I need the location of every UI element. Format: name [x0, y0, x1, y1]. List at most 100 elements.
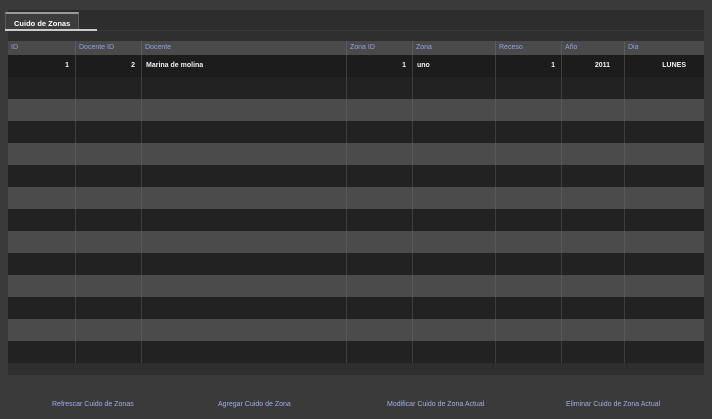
empty-cell: [562, 165, 625, 187]
empty-cell: [625, 143, 704, 165]
empty-cell: [347, 99, 413, 121]
empty-cell: [142, 187, 347, 209]
table-row[interactable]: 1 2 Marina de molina 1 uno 1 2011 LUNES: [8, 55, 704, 77]
table-row-empty[interactable]: [8, 187, 704, 209]
empty-cell: [413, 121, 496, 143]
cell-docente-id: 2: [76, 55, 142, 77]
add-button[interactable]: Agregar Cuido de Zona: [218, 399, 291, 411]
empty-cell: [347, 187, 413, 209]
empty-cell: [562, 319, 625, 341]
cell-receso: 1: [496, 55, 562, 77]
modify-button[interactable]: Modificar Cuido de Zona Actual: [387, 399, 484, 411]
empty-cell: [413, 143, 496, 165]
empty-cell: [413, 187, 496, 209]
column-header-ano[interactable]: Año: [562, 41, 625, 55]
column-header-zona-id[interactable]: Zona ID: [347, 41, 413, 55]
empty-cell: [562, 143, 625, 165]
empty-cell: [496, 77, 562, 99]
empty-cell: [413, 77, 496, 99]
table-row-empty[interactable]: [8, 121, 704, 143]
table-row-empty[interactable]: [8, 275, 704, 297]
empty-cell: [625, 209, 704, 231]
empty-cell: [347, 275, 413, 297]
empty-cell: [142, 99, 347, 121]
empty-cell: [496, 121, 562, 143]
empty-cell: [76, 231, 142, 253]
column-header-zona[interactable]: Zona: [413, 41, 496, 55]
empty-cell: [496, 99, 562, 121]
empty-cell: [142, 143, 347, 165]
empty-cell: [625, 165, 704, 187]
empty-cell: [347, 341, 413, 363]
empty-cell: [76, 121, 142, 143]
empty-cell: [562, 77, 625, 99]
column-header-receso[interactable]: Receso: [496, 41, 562, 55]
empty-cell: [142, 297, 347, 319]
empty-cell: [496, 187, 562, 209]
table-row-empty[interactable]: [8, 209, 704, 231]
delete-button[interactable]: Eliminar Cuido de Zona Actual: [566, 399, 660, 411]
table-row-empty[interactable]: [8, 77, 704, 99]
empty-cell: [76, 165, 142, 187]
table-row-empty[interactable]: [8, 319, 704, 341]
empty-cell: [496, 143, 562, 165]
empty-cell: [76, 143, 142, 165]
empty-cell: [496, 275, 562, 297]
empty-cell: [413, 341, 496, 363]
refresh-button[interactable]: Refrescar Cuido de Zonas: [52, 399, 134, 411]
empty-cell: [8, 231, 76, 253]
footer-toolbar: Refrescar Cuido de Zonas Agregar Cuido d…: [0, 375, 712, 419]
empty-cell: [413, 297, 496, 319]
table-row-empty[interactable]: [8, 253, 704, 275]
cell-dia: LUNES: [662, 62, 686, 69]
empty-cell: [625, 231, 704, 253]
empty-cell: [562, 187, 625, 209]
empty-cell: [76, 77, 142, 99]
empty-cell: [142, 253, 347, 275]
empty-cell: [625, 99, 704, 121]
table-row-empty[interactable]: [8, 231, 704, 253]
empty-cell: [562, 231, 625, 253]
empty-cell: [142, 165, 347, 187]
empty-cell: [142, 341, 347, 363]
column-header-dia[interactable]: Dia: [625, 41, 704, 55]
empty-cell: [76, 341, 142, 363]
empty-cell: [413, 231, 496, 253]
data-grid[interactable]: ID Docente ID Docente Zona ID Zona Reces…: [8, 31, 704, 375]
empty-cell: [347, 231, 413, 253]
tab-bar: [8, 10, 704, 30]
empty-cell: [625, 121, 704, 143]
empty-cell: [142, 121, 347, 143]
empty-cell: [496, 209, 562, 231]
column-header-docente-id[interactable]: Docente ID: [76, 41, 142, 55]
empty-cell: [413, 319, 496, 341]
empty-cell: [496, 319, 562, 341]
empty-cell: [8, 341, 76, 363]
table-row-empty[interactable]: [8, 143, 704, 165]
empty-cell: [76, 99, 142, 121]
empty-cell: [347, 121, 413, 143]
table-row-empty[interactable]: [8, 341, 704, 363]
grid-header: ID Docente ID Docente Zona ID Zona Reces…: [8, 41, 704, 55]
empty-cell: [496, 165, 562, 187]
empty-cell: [625, 275, 704, 297]
empty-cell: [496, 253, 562, 275]
tab-cuido-de-zonas[interactable]: Cuido de Zonas: [5, 12, 80, 30]
empty-cell: [142, 231, 347, 253]
empty-cell: [625, 77, 704, 99]
empty-cell: [413, 253, 496, 275]
table-row-empty[interactable]: [8, 165, 704, 187]
cell-docente: Marina de molina: [142, 55, 347, 77]
empty-cell: [76, 275, 142, 297]
table-row-empty[interactable]: [8, 99, 704, 121]
column-header-id[interactable]: ID: [8, 41, 76, 55]
empty-cell: [142, 275, 347, 297]
empty-cell: [562, 99, 625, 121]
column-header-docente[interactable]: Docente: [142, 41, 347, 55]
table-row-empty[interactable]: [8, 297, 704, 319]
cell-zona-id: 1: [347, 55, 413, 77]
empty-cell: [8, 319, 76, 341]
empty-cell: [76, 319, 142, 341]
empty-cell: [562, 253, 625, 275]
empty-cell: [625, 187, 704, 209]
